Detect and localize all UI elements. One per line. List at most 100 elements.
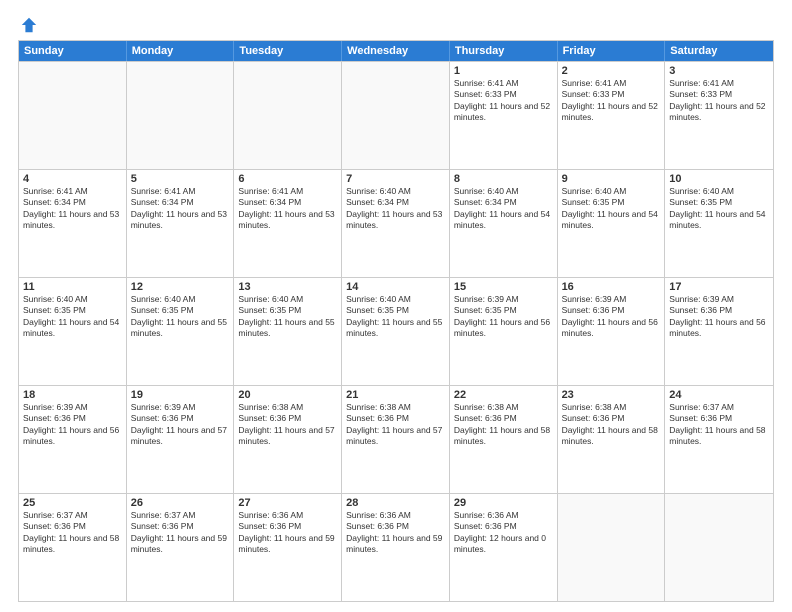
calendar-row: 18 Sunrise: 6:39 AM Sunset: 6:36 PM Dayl… [19, 385, 773, 493]
weekday-header: Saturday [665, 41, 773, 61]
weekday-header: Tuesday [234, 41, 342, 61]
calendar-cell: 25 Sunrise: 6:37 AM Sunset: 6:36 PM Dayl… [19, 494, 127, 601]
weekday-header: Friday [558, 41, 666, 61]
day-info: Sunrise: 6:41 AM Sunset: 6:34 PM Dayligh… [238, 186, 337, 232]
day-info: Sunrise: 6:40 AM Sunset: 6:35 PM Dayligh… [23, 294, 122, 340]
calendar-header: SundayMondayTuesdayWednesdayThursdayFrid… [19, 41, 773, 61]
calendar-cell: 3 Sunrise: 6:41 AM Sunset: 6:33 PM Dayli… [665, 62, 773, 169]
day-info: Sunrise: 6:38 AM Sunset: 6:36 PM Dayligh… [238, 402, 337, 448]
day-number: 19 [131, 389, 230, 401]
day-info: Sunrise: 6:40 AM Sunset: 6:35 PM Dayligh… [562, 186, 661, 232]
day-info: Sunrise: 6:37 AM Sunset: 6:36 PM Dayligh… [23, 510, 122, 556]
logo-icon [20, 16, 38, 34]
weekday-header: Thursday [450, 41, 558, 61]
calendar-cell: 20 Sunrise: 6:38 AM Sunset: 6:36 PM Dayl… [234, 386, 342, 493]
calendar-cell: 15 Sunrise: 6:39 AM Sunset: 6:35 PM Dayl… [450, 278, 558, 385]
day-info: Sunrise: 6:37 AM Sunset: 6:36 PM Dayligh… [131, 510, 230, 556]
day-info: Sunrise: 6:39 AM Sunset: 6:36 PM Dayligh… [23, 402, 122, 448]
calendar-cell: 22 Sunrise: 6:38 AM Sunset: 6:36 PM Dayl… [450, 386, 558, 493]
day-number: 2 [562, 65, 661, 77]
day-number: 9 [562, 173, 661, 185]
calendar-cell: 28 Sunrise: 6:36 AM Sunset: 6:36 PM Dayl… [342, 494, 450, 601]
day-number: 13 [238, 281, 337, 293]
day-info: Sunrise: 6:39 AM Sunset: 6:35 PM Dayligh… [454, 294, 553, 340]
day-info: Sunrise: 6:39 AM Sunset: 6:36 PM Dayligh… [669, 294, 769, 340]
day-number: 26 [131, 497, 230, 509]
day-number: 24 [669, 389, 769, 401]
day-info: Sunrise: 6:41 AM Sunset: 6:34 PM Dayligh… [23, 186, 122, 232]
day-info: Sunrise: 6:41 AM Sunset: 6:33 PM Dayligh… [669, 78, 769, 124]
day-number: 4 [23, 173, 122, 185]
calendar-cell [127, 62, 235, 169]
header [18, 16, 774, 34]
day-number: 12 [131, 281, 230, 293]
day-info: Sunrise: 6:38 AM Sunset: 6:36 PM Dayligh… [454, 402, 553, 448]
calendar-cell: 24 Sunrise: 6:37 AM Sunset: 6:36 PM Dayl… [665, 386, 773, 493]
calendar-cell: 27 Sunrise: 6:36 AM Sunset: 6:36 PM Dayl… [234, 494, 342, 601]
calendar-cell: 26 Sunrise: 6:37 AM Sunset: 6:36 PM Dayl… [127, 494, 235, 601]
day-info: Sunrise: 6:40 AM Sunset: 6:35 PM Dayligh… [669, 186, 769, 232]
day-number: 23 [562, 389, 661, 401]
page: SundayMondayTuesdayWednesdayThursdayFrid… [0, 0, 792, 612]
calendar-body: 1 Sunrise: 6:41 AM Sunset: 6:33 PM Dayli… [19, 61, 773, 601]
day-info: Sunrise: 6:37 AM Sunset: 6:36 PM Dayligh… [669, 402, 769, 448]
day-number: 16 [562, 281, 661, 293]
calendar-cell [665, 494, 773, 601]
calendar-cell: 21 Sunrise: 6:38 AM Sunset: 6:36 PM Dayl… [342, 386, 450, 493]
calendar-cell [234, 62, 342, 169]
calendar-cell: 8 Sunrise: 6:40 AM Sunset: 6:34 PM Dayli… [450, 170, 558, 277]
calendar-cell: 19 Sunrise: 6:39 AM Sunset: 6:36 PM Dayl… [127, 386, 235, 493]
calendar: SundayMondayTuesdayWednesdayThursdayFrid… [18, 40, 774, 602]
day-info: Sunrise: 6:41 AM Sunset: 6:34 PM Dayligh… [131, 186, 230, 232]
calendar-cell: 18 Sunrise: 6:39 AM Sunset: 6:36 PM Dayl… [19, 386, 127, 493]
day-number: 28 [346, 497, 445, 509]
day-number: 10 [669, 173, 769, 185]
calendar-cell: 7 Sunrise: 6:40 AM Sunset: 6:34 PM Dayli… [342, 170, 450, 277]
calendar-cell: 17 Sunrise: 6:39 AM Sunset: 6:36 PM Dayl… [665, 278, 773, 385]
day-number: 8 [454, 173, 553, 185]
weekday-header: Wednesday [342, 41, 450, 61]
day-number: 25 [23, 497, 122, 509]
calendar-cell: 12 Sunrise: 6:40 AM Sunset: 6:35 PM Dayl… [127, 278, 235, 385]
day-number: 14 [346, 281, 445, 293]
day-info: Sunrise: 6:38 AM Sunset: 6:36 PM Dayligh… [346, 402, 445, 448]
day-info: Sunrise: 6:41 AM Sunset: 6:33 PM Dayligh… [562, 78, 661, 124]
calendar-cell [342, 62, 450, 169]
day-number: 1 [454, 65, 553, 77]
day-info: Sunrise: 6:40 AM Sunset: 6:35 PM Dayligh… [346, 294, 445, 340]
calendar-cell: 4 Sunrise: 6:41 AM Sunset: 6:34 PM Dayli… [19, 170, 127, 277]
day-info: Sunrise: 6:39 AM Sunset: 6:36 PM Dayligh… [562, 294, 661, 340]
calendar-cell [19, 62, 127, 169]
calendar-cell: 1 Sunrise: 6:41 AM Sunset: 6:33 PM Dayli… [450, 62, 558, 169]
day-number: 27 [238, 497, 337, 509]
day-info: Sunrise: 6:40 AM Sunset: 6:35 PM Dayligh… [238, 294, 337, 340]
calendar-cell: 10 Sunrise: 6:40 AM Sunset: 6:35 PM Dayl… [665, 170, 773, 277]
calendar-cell: 29 Sunrise: 6:36 AM Sunset: 6:36 PM Dayl… [450, 494, 558, 601]
day-info: Sunrise: 6:40 AM Sunset: 6:34 PM Dayligh… [454, 186, 553, 232]
calendar-cell [558, 494, 666, 601]
logo [18, 16, 38, 34]
day-number: 18 [23, 389, 122, 401]
day-number: 3 [669, 65, 769, 77]
day-info: Sunrise: 6:39 AM Sunset: 6:36 PM Dayligh… [131, 402, 230, 448]
day-number: 11 [23, 281, 122, 293]
day-info: Sunrise: 6:36 AM Sunset: 6:36 PM Dayligh… [238, 510, 337, 556]
calendar-cell: 6 Sunrise: 6:41 AM Sunset: 6:34 PM Dayli… [234, 170, 342, 277]
day-info: Sunrise: 6:41 AM Sunset: 6:33 PM Dayligh… [454, 78, 553, 124]
calendar-cell: 23 Sunrise: 6:38 AM Sunset: 6:36 PM Dayl… [558, 386, 666, 493]
calendar-row: 4 Sunrise: 6:41 AM Sunset: 6:34 PM Dayli… [19, 169, 773, 277]
day-number: 17 [669, 281, 769, 293]
day-info: Sunrise: 6:38 AM Sunset: 6:36 PM Dayligh… [562, 402, 661, 448]
calendar-cell: 2 Sunrise: 6:41 AM Sunset: 6:33 PM Dayli… [558, 62, 666, 169]
calendar-cell: 16 Sunrise: 6:39 AM Sunset: 6:36 PM Dayl… [558, 278, 666, 385]
day-info: Sunrise: 6:40 AM Sunset: 6:34 PM Dayligh… [346, 186, 445, 232]
weekday-header: Monday [127, 41, 235, 61]
day-number: 6 [238, 173, 337, 185]
calendar-row: 11 Sunrise: 6:40 AM Sunset: 6:35 PM Dayl… [19, 277, 773, 385]
day-info: Sunrise: 6:36 AM Sunset: 6:36 PM Dayligh… [454, 510, 553, 556]
day-number: 20 [238, 389, 337, 401]
day-number: 21 [346, 389, 445, 401]
calendar-cell: 13 Sunrise: 6:40 AM Sunset: 6:35 PM Dayl… [234, 278, 342, 385]
day-number: 15 [454, 281, 553, 293]
day-info: Sunrise: 6:40 AM Sunset: 6:35 PM Dayligh… [131, 294, 230, 340]
